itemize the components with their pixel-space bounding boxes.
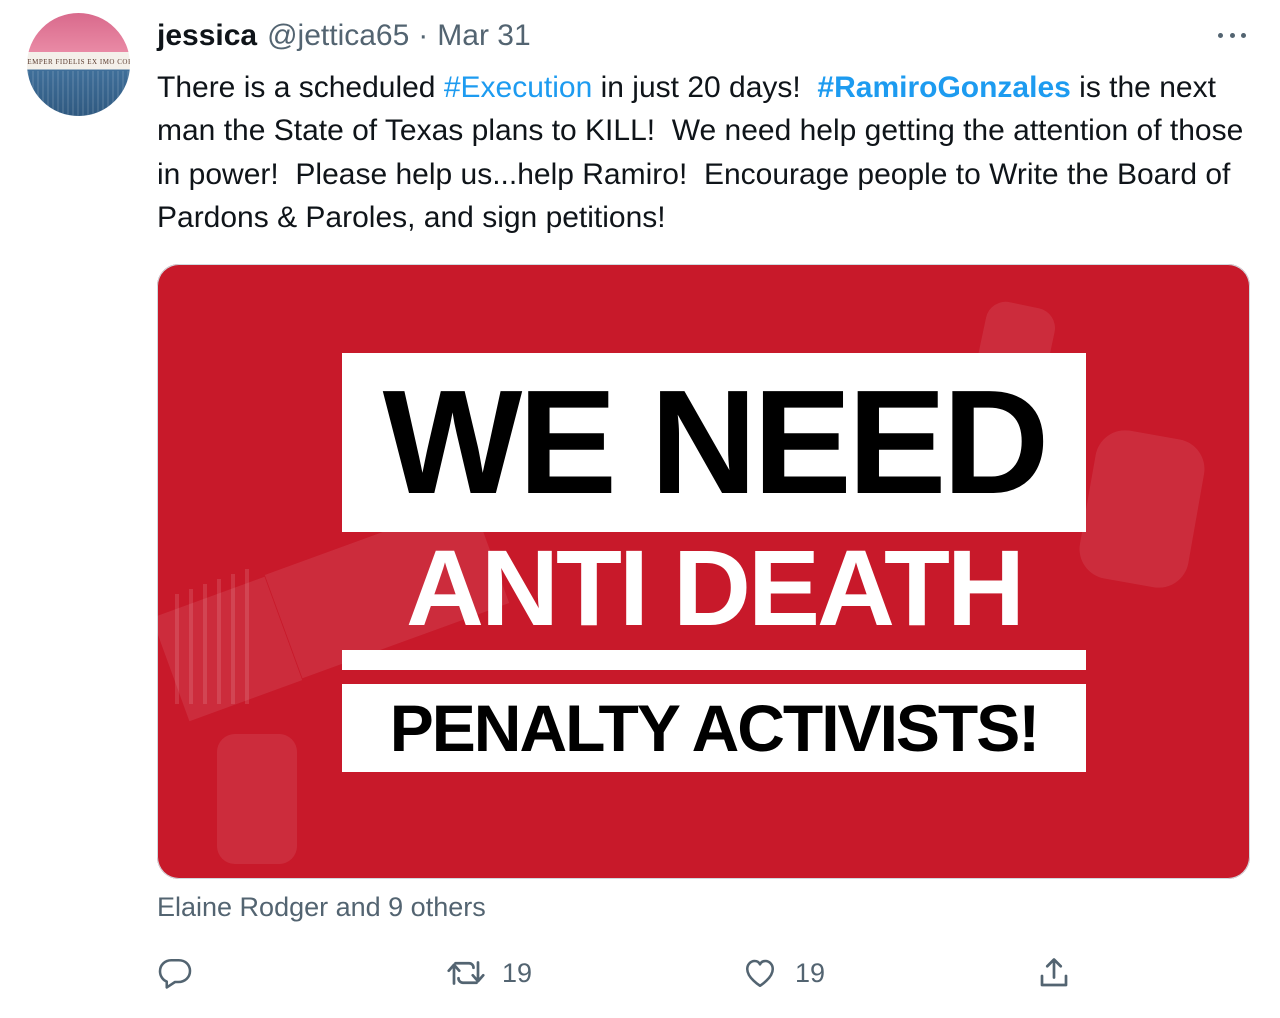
reply-button[interactable] [157,950,193,996]
image-line-1-box: WE NEED [342,353,1086,532]
author-handle[interactable]: @jettica65 [267,19,409,53]
header-separator: · [418,19,429,52]
like-count: 19 [795,957,826,988]
hashtag-execution[interactable]: #Execution [444,71,592,104]
image-line-3: PENALTY ACTIVISTS! [389,691,1041,765]
liked-by[interactable]: Elaine Rodger and 9 others [157,892,486,923]
image-divider [342,650,1086,670]
avatar[interactable]: SEMPER FIDELIS EX IMO CORDE [27,13,130,116]
more-icon[interactable] [1212,22,1252,48]
image-line-2: ANTI DEATH [406,527,1025,648]
avatar-denim [27,71,130,116]
hashtag-ramiro-gonzales[interactable]: #RamiroGonzales [817,71,1070,104]
avatar-band-text: SEMPER FIDELIS EX IMO CORDE [27,58,130,66]
share-button[interactable] [1036,950,1072,996]
retweet-count: 19 [502,957,533,988]
image-line-1: WE NEED [382,360,1050,525]
tweet-image[interactable]: WE NEED ANTI DEATH PENALTY ACTIVISTS! [157,264,1250,879]
like-button[interactable]: 19 [741,950,825,996]
tweet-text: There is a scheduled #Execution in just … [157,66,1247,239]
heart-icon [745,959,775,988]
reply-icon [158,958,192,989]
image-line-3-box: PENALTY ACTIVISTS! [342,684,1086,772]
retweet-button[interactable]: 19 [446,950,532,996]
tweet-text-segment: in just 20 days! [592,71,818,104]
tweet-text-segment: There is a scheduled [157,71,444,104]
share-icon [1040,958,1068,987]
retweet-icon [447,961,485,985]
tweet-date[interactable]: Mar 31 [437,19,530,53]
tweet-header: jessica @jettica65 · Mar 31 [157,17,531,55]
author-name[interactable]: jessica [157,19,257,53]
